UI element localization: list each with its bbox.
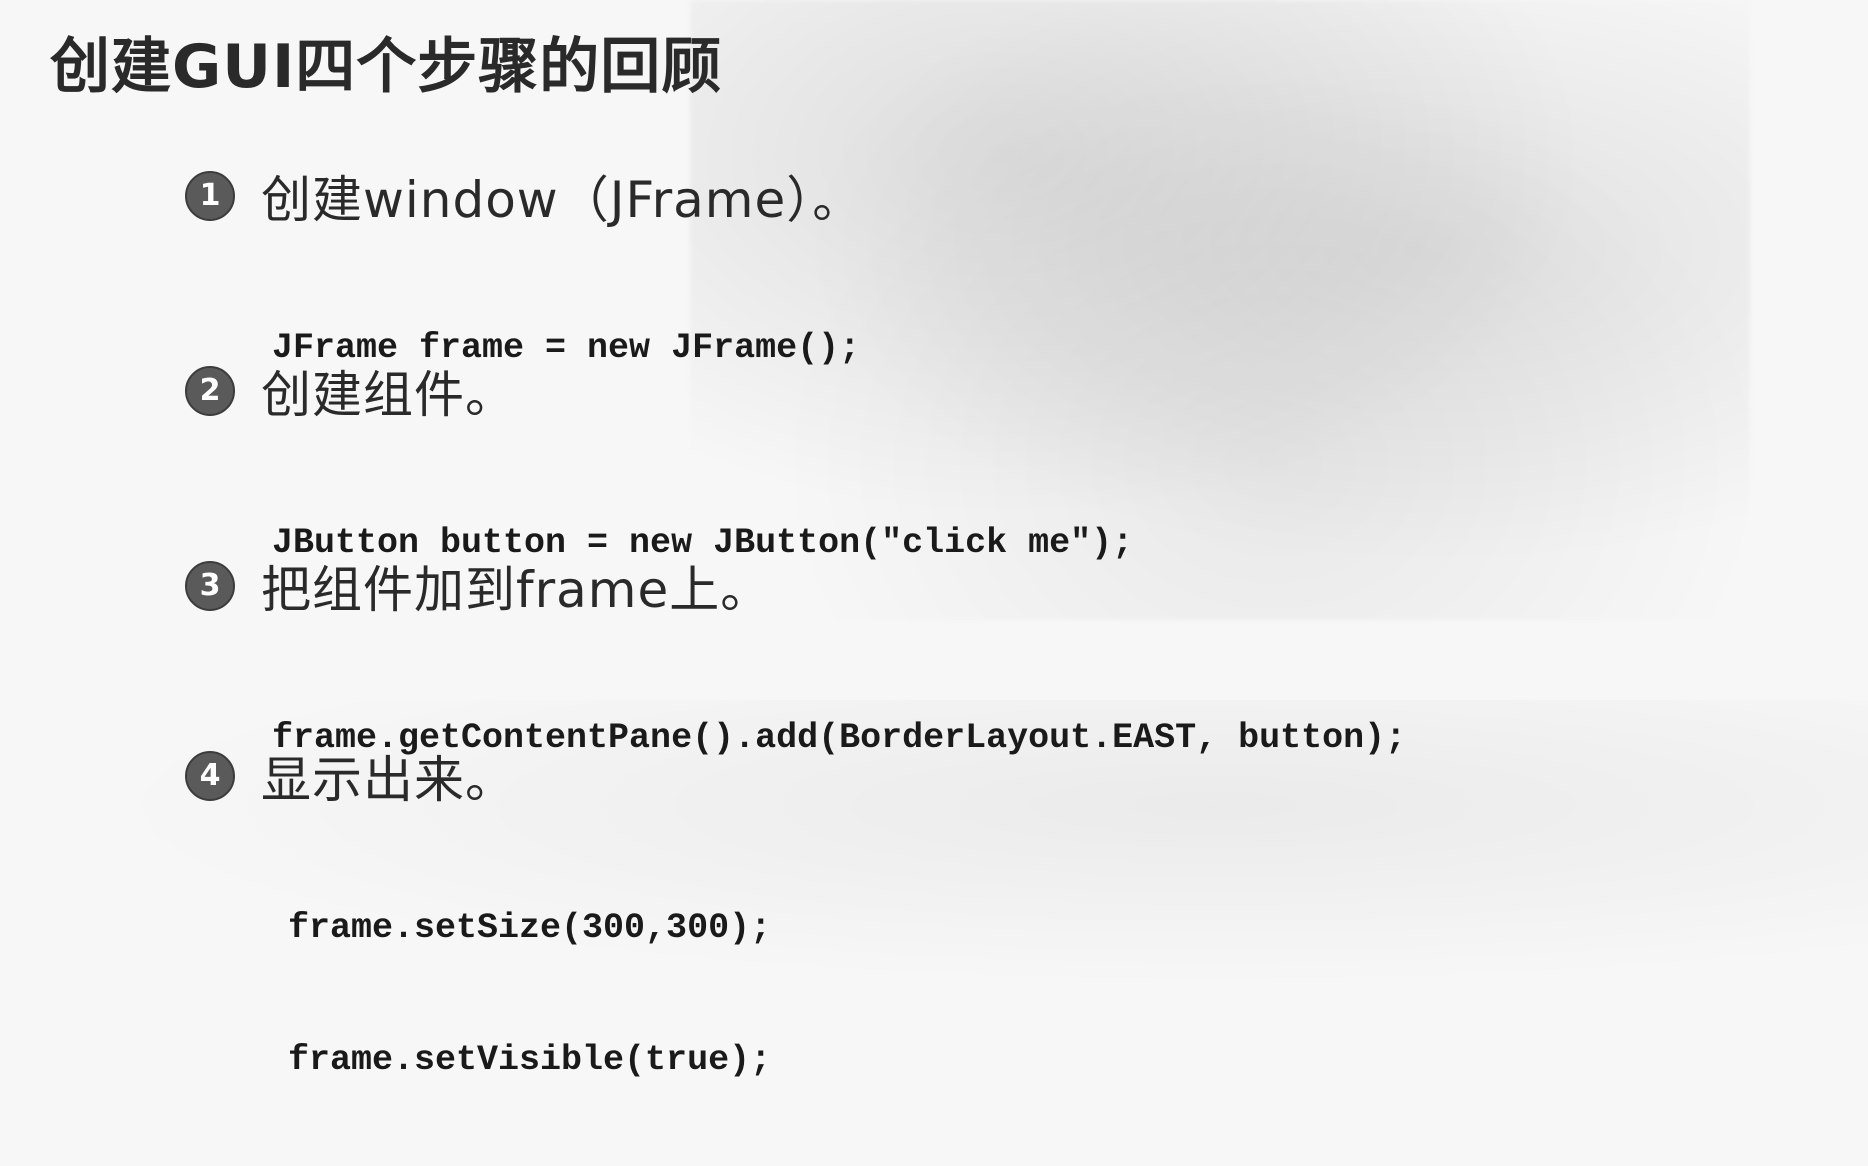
- page-title: 创建GUI四个步骤的回顾: [50, 32, 723, 102]
- step-2-header: 2 创建组件。: [185, 355, 1133, 427]
- step-3-header: 3 把组件加到frame上。: [185, 550, 1406, 622]
- step-1-header: 1 创建window（JFrame）。: [185, 160, 863, 232]
- step-4-title: 显示出来。: [261, 751, 516, 809]
- step-3-number-badge: 3: [185, 561, 235, 611]
- step-4-header: 4 显示出来。: [185, 740, 771, 812]
- step-4: 4 显示出来。 frame.setSize(300,300); frame.se…: [185, 740, 771, 1166]
- code-line: frame.setVisible(true);: [288, 1040, 772, 1080]
- step-1-title: 创建window（JFrame）。: [261, 171, 864, 229]
- step-2-title: 创建组件。: [261, 366, 516, 424]
- step-1-number-badge: 1: [185, 171, 235, 221]
- step-4-number-badge: 4: [185, 751, 235, 801]
- step-3-title: 把组件加到frame上。: [261, 561, 772, 619]
- code-line: frame.setSize(300,300);: [288, 908, 772, 948]
- step-4-code: frame.setSize(300,300); frame.setVisible…: [288, 822, 771, 1166]
- step-2-number-badge: 2: [185, 366, 235, 416]
